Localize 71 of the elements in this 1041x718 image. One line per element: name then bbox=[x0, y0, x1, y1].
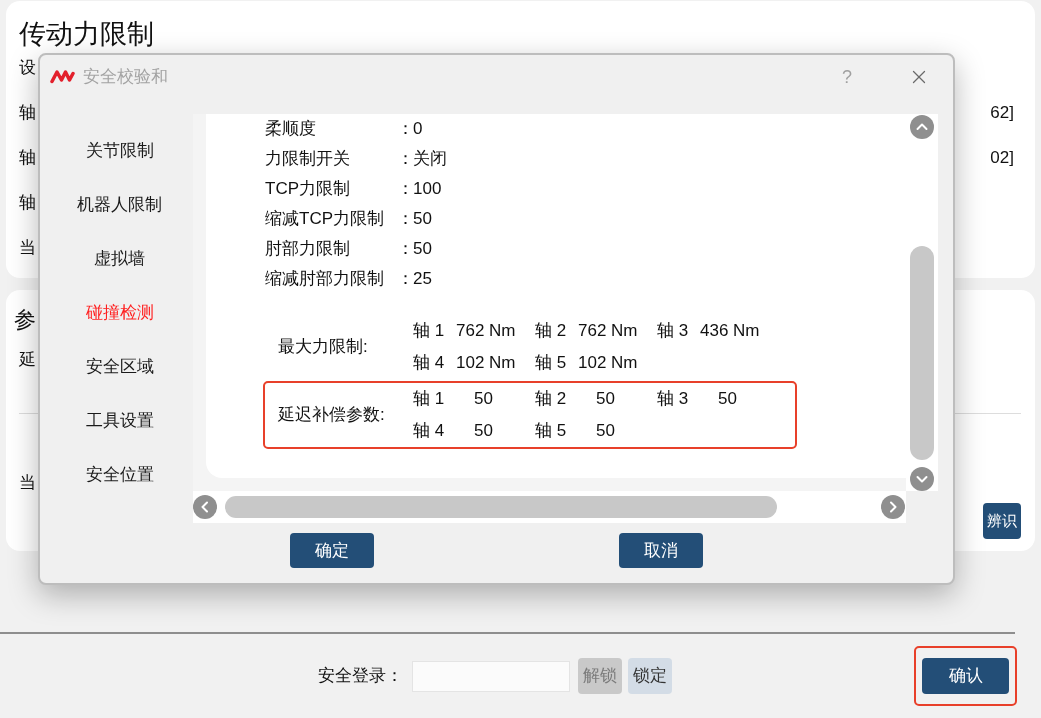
setting-label: 柔顺度 bbox=[265, 118, 317, 141]
nav-item[interactable]: 工具设置 bbox=[46, 394, 193, 448]
row-label: 当 bbox=[19, 472, 36, 494]
row-label: 当 bbox=[19, 237, 36, 259]
scroll-right-icon[interactable] bbox=[881, 495, 905, 519]
row-label: 轴 bbox=[19, 102, 36, 124]
group-label: 最大力限制: bbox=[278, 336, 368, 359]
login-label: 安全登录： bbox=[318, 665, 403, 688]
label-colon: ： bbox=[397, 238, 413, 261]
axis-value: 102 Nm bbox=[456, 352, 516, 375]
axis-label: 轴 5 bbox=[535, 352, 568, 375]
setting-label: 缩减肘部力限制 bbox=[265, 268, 385, 291]
row-label: 轴 bbox=[19, 147, 36, 169]
axis-value: 50 bbox=[474, 388, 493, 411]
axis-value: 762 Nm bbox=[456, 320, 516, 343]
setting-label: 力限制开关 bbox=[265, 148, 351, 171]
axis-label: 轴 4 bbox=[413, 420, 446, 443]
label-colon: ： bbox=[397, 118, 413, 141]
nav-item[interactable]: 关节限制 bbox=[46, 124, 193, 178]
axis-label: 轴 1 bbox=[413, 320, 446, 343]
nav-item[interactable]: 安全位置 bbox=[46, 448, 193, 502]
setting-value: 50 bbox=[413, 238, 432, 261]
identify-button[interactable]: 辨识 bbox=[983, 503, 1021, 539]
row-value: 02] bbox=[990, 147, 1014, 169]
setting-value: 100 bbox=[413, 178, 442, 201]
row-label: 延 bbox=[19, 349, 36, 371]
setting-label: TCP力限制 bbox=[265, 178, 351, 201]
axis-value: 50 bbox=[596, 388, 615, 411]
axis-label: 轴 5 bbox=[535, 420, 568, 443]
axis-label: 轴 2 bbox=[535, 320, 568, 343]
setting-label: 肘部力限制 bbox=[265, 238, 351, 261]
row-value: 62] bbox=[990, 102, 1014, 124]
axis-value: 50 bbox=[474, 420, 493, 443]
nav-item[interactable]: 虚拟墙 bbox=[46, 232, 193, 286]
axis-label: 轴 2 bbox=[535, 388, 568, 411]
dialog-button[interactable]: 取消 bbox=[619, 533, 703, 568]
axis-value: 102 Nm bbox=[578, 352, 638, 375]
footer-button[interactable]: 锁定 bbox=[628, 658, 672, 694]
label-colon: ： bbox=[397, 268, 413, 291]
setting-value: 50 bbox=[413, 208, 432, 231]
axis-value: 50 bbox=[718, 388, 737, 411]
dialog-button[interactable]: 确定 bbox=[290, 533, 374, 568]
section-title: 参 bbox=[14, 306, 36, 334]
axis-label: 轴 1 bbox=[413, 388, 446, 411]
axis-label: 轴 3 bbox=[657, 388, 690, 411]
axis-label: 轴 4 bbox=[413, 352, 446, 375]
setting-value: 关闭 bbox=[413, 148, 447, 171]
dialog-title: 安全校验和 bbox=[83, 65, 168, 88]
setting-value: 25 bbox=[413, 268, 432, 291]
page-title: 传动力限制 bbox=[19, 18, 154, 51]
row-label: 轴 bbox=[19, 192, 36, 214]
scroll-up-icon[interactable] bbox=[910, 115, 934, 139]
setting-value: 0 bbox=[413, 118, 423, 141]
axis-value: 436 Nm bbox=[700, 320, 760, 343]
scroll-down-icon[interactable] bbox=[910, 467, 934, 491]
axis-label: 轴 3 bbox=[657, 320, 690, 343]
label-colon: ： bbox=[397, 148, 413, 171]
scroll-left-icon[interactable] bbox=[193, 495, 217, 519]
scrollbar-thumb[interactable] bbox=[225, 496, 777, 518]
label-colon: ： bbox=[397, 178, 413, 201]
logo-icon bbox=[50, 69, 75, 84]
nav-item[interactable]: 安全区域 bbox=[46, 340, 193, 394]
scrollbar-thumb[interactable] bbox=[910, 246, 934, 460]
label-colon: ： bbox=[397, 208, 413, 231]
axis-value: 762 Nm bbox=[578, 320, 638, 343]
row-label: 设 bbox=[19, 57, 36, 79]
nav-item[interactable]: 机器人限制 bbox=[46, 178, 193, 232]
confirm-button[interactable]: 确认 bbox=[922, 658, 1009, 694]
group-label: 延迟补偿参数: bbox=[278, 404, 385, 427]
setting-label: 缩减TCP力限制 bbox=[265, 208, 385, 231]
axis-value: 50 bbox=[596, 420, 615, 443]
